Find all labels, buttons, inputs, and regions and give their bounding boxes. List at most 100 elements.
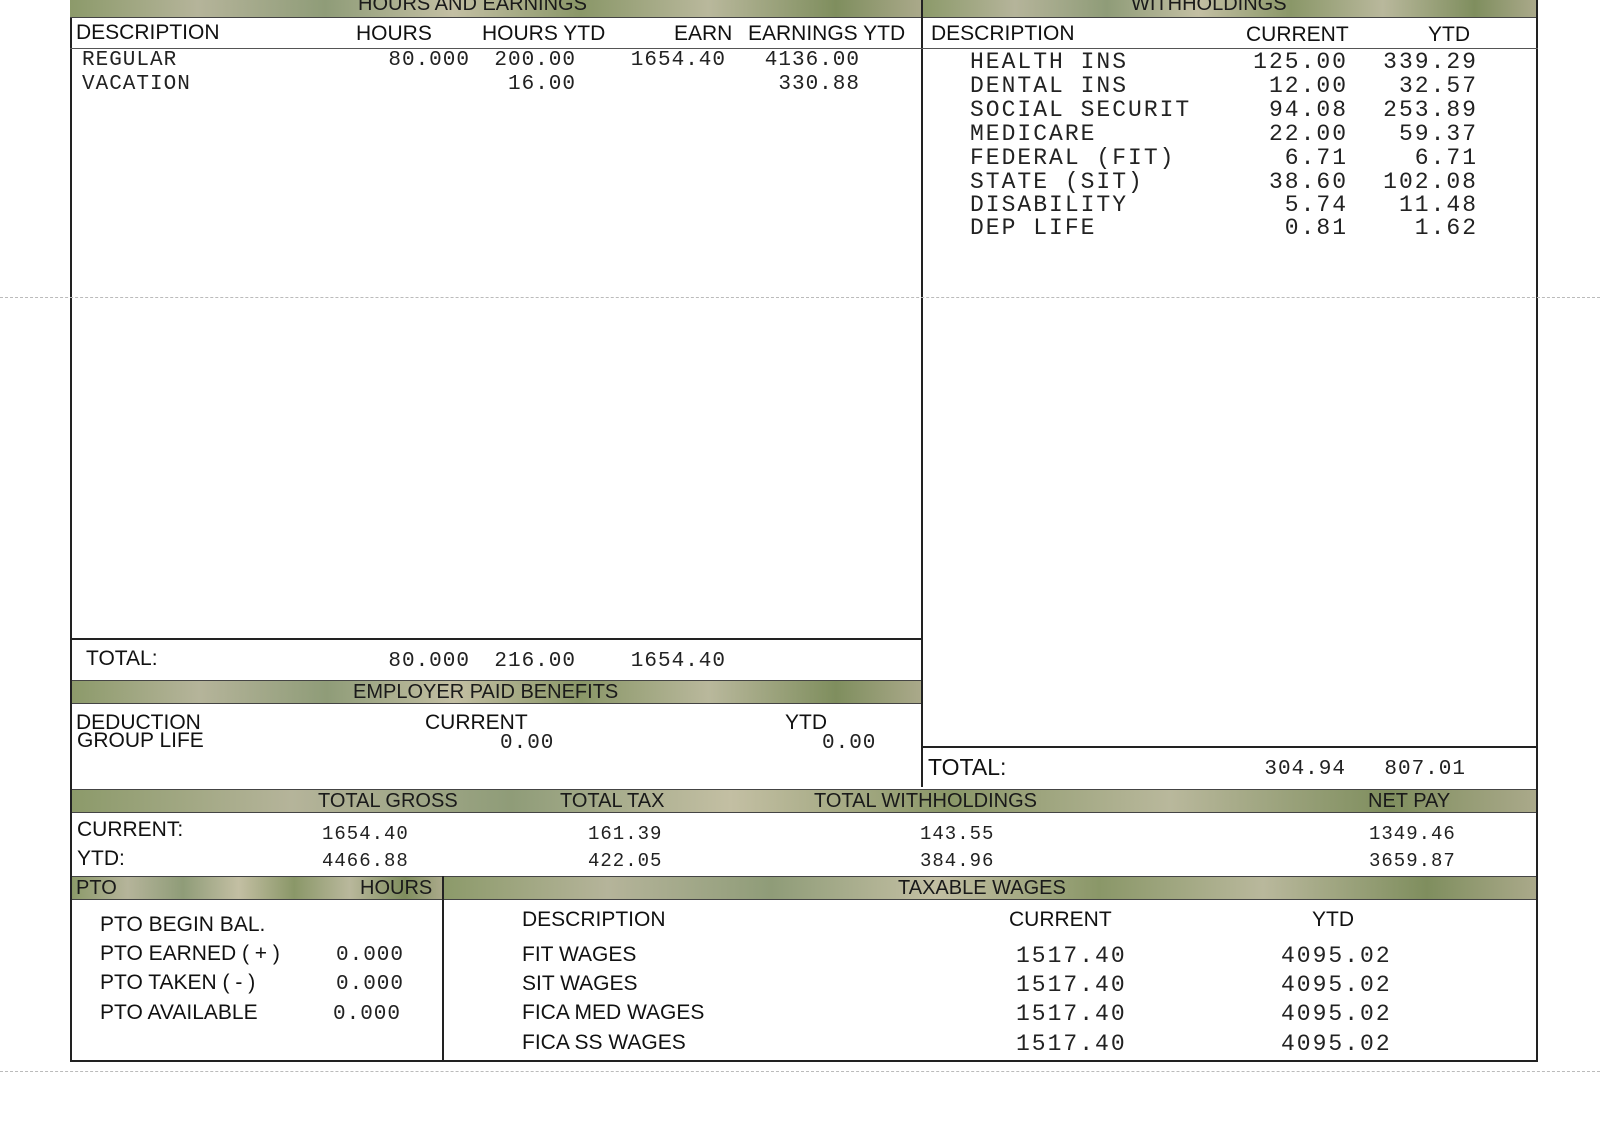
benefits-row-ytd: 0.00 — [822, 732, 877, 755]
fold-mark-top — [0, 297, 1600, 299]
benefits-row-description: GROUP LIFE — [77, 729, 204, 752]
earnings-row-vacation-earnings-ytd: 330.88 — [778, 73, 860, 96]
taxable-header-ytd: YTD — [1312, 908, 1354, 931]
pto-row-hours: 0.000 — [336, 944, 405, 967]
withholdings-total-label: TOTAL: — [928, 754, 1007, 780]
taxable-row-ytd: 4095.02 — [1281, 972, 1392, 998]
summary-header-total-withholdings: TOTAL WITHHOLDINGS — [814, 790, 1037, 812]
withholding-row-current: 22.00 — [1268, 121, 1348, 147]
frame-left — [70, 0, 72, 1062]
withholding-row-ytd: 253.89 — [1383, 97, 1478, 123]
taxable-header-description: DESCRIPTION — [522, 908, 666, 931]
withholding-row-current: 12.00 — [1268, 73, 1348, 99]
benefits-header-ytd: YTD — [785, 711, 827, 734]
withholding-row-description: DENTAL INS — [970, 73, 1129, 99]
withholding-row-description: DEP LIFE — [970, 215, 1097, 241]
pto-row-label: PTO TAKEN ( - ) — [100, 971, 256, 994]
divider-earnings-withholdings — [921, 0, 923, 787]
summary-ytd-tax: 422.05 — [588, 850, 663, 872]
earnings-total-hours: 80.000 — [388, 650, 470, 673]
taxable-row-description: FIT WAGES — [522, 943, 637, 966]
earnings-row-regular-earn: 1654.40 — [630, 49, 726, 72]
withholding-row-current: 125.00 — [1253, 49, 1348, 75]
earnings-header-hours: HOURS — [356, 22, 432, 45]
earnings-row-vacation-hours-ytd: 16.00 — [507, 73, 576, 96]
withholding-row-description: SOCIAL SECURIT — [970, 97, 1192, 123]
pto-row-label: PTO AVAILABLE — [100, 1001, 258, 1024]
frame-right — [1536, 0, 1538, 1062]
earnings-total-earn: 1654.40 — [630, 650, 726, 673]
earnings-row-regular-earnings-ytd: 4136.00 — [764, 49, 860, 72]
summary-header-total-tax: TOTAL TAX — [560, 790, 665, 812]
taxable-row-current: 1517.40 — [1016, 1031, 1127, 1057]
withholdings-total-ytd: 807.01 — [1384, 758, 1466, 781]
employer-benefits-title: EMPLOYER PAID BENEFITS — [353, 681, 619, 703]
hours-earnings-title: HOURS AND EARNINGS — [358, 0, 587, 15]
taxable-row-description: SIT WAGES — [522, 972, 638, 995]
withholdings-total-line — [921, 746, 1538, 748]
withholding-row-ytd: 6.71 — [1414, 145, 1478, 171]
summary-current-withholdings: 143.55 — [920, 823, 995, 845]
taxable-row-current: 1517.40 — [1016, 1001, 1127, 1027]
withholdings-header-current: CURRENT — [1246, 23, 1349, 46]
withholding-row-ytd: 339.29 — [1383, 49, 1478, 75]
earnings-total-label: TOTAL: — [86, 647, 158, 670]
taxable-row-description: FICA MED WAGES — [522, 1001, 705, 1024]
hours-earnings-band: HOURS AND EARNINGS — [70, 0, 921, 18]
summary-ytd-label: YTD: — [77, 847, 125, 870]
withholding-row-ytd: 1.62 — [1414, 215, 1478, 241]
withholding-row-description: HEALTH INS — [970, 49, 1129, 75]
taxable-row-current: 1517.40 — [1016, 972, 1127, 998]
taxable-row-ytd: 4095.02 — [1281, 1001, 1392, 1027]
summary-current-net: 1349.46 — [1369, 823, 1456, 845]
earnings-row-regular-hours-ytd: 200.00 — [494, 49, 576, 72]
summary-current-gross: 1654.40 — [322, 823, 409, 845]
pto-row-label: PTO EARNED ( + ) — [100, 942, 280, 965]
summary-current-tax: 161.39 — [588, 823, 663, 845]
withholdings-band: WITHHOLDINGS — [923, 0, 1536, 18]
earnings-header-earnings-ytd: EARNINGS YTD — [748, 22, 906, 45]
earnings-header-description: DESCRIPTION — [76, 21, 220, 44]
benefits-row-current: 0.00 — [500, 732, 555, 755]
withholding-row-ytd: 32.57 — [1398, 73, 1478, 99]
earnings-header-earn: EARN — [674, 22, 733, 45]
withholdings-header-ytd: YTD — [1428, 23, 1470, 46]
taxable-row-current: 1517.40 — [1016, 943, 1127, 969]
summary-ytd-net: 3659.87 — [1369, 850, 1456, 872]
pto-row-label: PTO BEGIN BAL. — [100, 913, 266, 936]
earnings-row-vacation-description: VACATION — [82, 73, 191, 96]
withholdings-title: WITHHOLDINGS — [1131, 0, 1287, 15]
summary-ytd-gross: 4466.88 — [322, 850, 409, 872]
earnings-total-line — [70, 638, 922, 640]
pto-row-hours: 0.000 — [336, 973, 405, 996]
earnings-total-hours-ytd: 216.00 — [494, 650, 576, 673]
earnings-row-regular-hours: 80.000 — [388, 49, 470, 72]
earnings-row-regular-description: REGULAR — [82, 49, 178, 72]
pto-title: PTO — [76, 877, 117, 899]
pto-band: PTO HOURS — [72, 876, 442, 900]
summary-current-label: CURRENT: — [77, 818, 184, 841]
withholdings-total-current: 304.94 — [1264, 758, 1346, 781]
withholding-row-description: FEDERAL (FIT) — [970, 145, 1176, 171]
summary-ytd-withholdings: 384.96 — [920, 850, 995, 872]
taxable-row-description: FICA SS WAGES — [522, 1031, 686, 1054]
withholding-row-current: 94.08 — [1268, 97, 1348, 123]
pto-row-hours: 0.000 — [333, 1003, 402, 1026]
summary-header-total-gross: TOTAL GROSS — [318, 790, 458, 812]
summary-header-net-pay: NET PAY — [1368, 790, 1451, 812]
withholding-row-current: 0.81 — [1284, 215, 1348, 241]
employer-benefits-band: EMPLOYER PAID BENEFITS — [72, 680, 921, 704]
taxable-header-current: CURRENT — [1009, 908, 1112, 931]
earnings-header-hours-ytd: HOURS YTD — [482, 22, 606, 45]
withholding-row-ytd: 59.37 — [1398, 121, 1478, 147]
taxable-row-ytd: 4095.02 — [1281, 1031, 1392, 1057]
withholdings-header-description: DESCRIPTION — [931, 22, 1075, 45]
frame-bottom — [70, 1060, 1538, 1062]
withholding-row-current: 6.71 — [1284, 145, 1348, 171]
summary-band: TOTAL GROSS TOTAL TAX TOTAL WITHHOLDINGS… — [72, 789, 1536, 813]
taxable-row-ytd: 4095.02 — [1281, 943, 1392, 969]
taxable-wages-band: TAXABLE WAGES — [444, 876, 1536, 900]
pto-divider — [442, 876, 444, 1062]
taxable-wages-title: TAXABLE WAGES — [898, 877, 1066, 899]
pto-hours-header: HOURS — [360, 877, 433, 899]
